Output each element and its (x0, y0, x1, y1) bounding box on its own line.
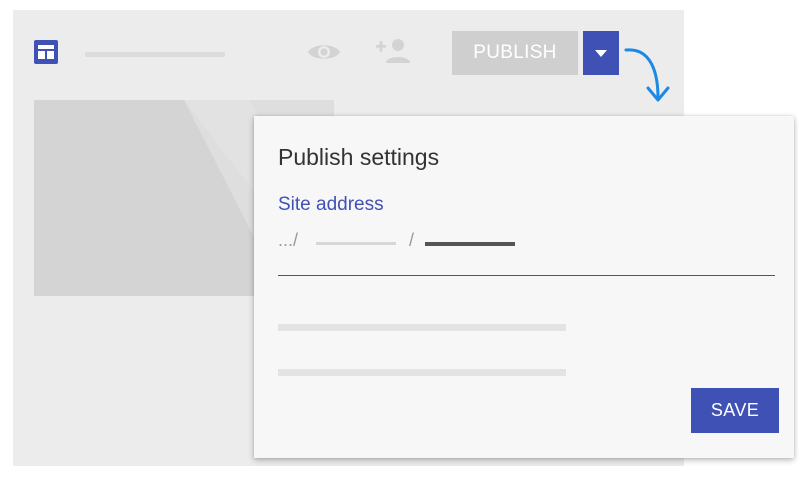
person-add-icon[interactable] (372, 36, 412, 66)
eye-icon[interactable] (307, 41, 341, 63)
option-placeholder-line (278, 369, 566, 376)
publish-dropdown-button[interactable] (583, 31, 619, 75)
web-layout-icon[interactable] (34, 40, 58, 64)
site-address-field[interactable]: .../ / (278, 230, 578, 256)
publish-button[interactable]: PUBLISH (452, 31, 578, 75)
site-address-label: Site address (278, 194, 384, 215)
save-button[interactable]: SAVE (691, 388, 779, 433)
dialog-title: Publish settings (278, 144, 440, 170)
site-title-placeholder[interactable] (85, 52, 225, 57)
publish-settings-dialog: Publish settings Site address .../ / SAV… (254, 116, 794, 458)
stage: PUBLISH Publish settings Site address ..… (0, 0, 798, 481)
option-placeholder-line (278, 324, 566, 331)
address-prefix: .../ (278, 230, 299, 250)
caret-down-icon (595, 49, 607, 57)
field-underline (278, 275, 775, 276)
address-path-placeholder[interactable] (425, 242, 515, 246)
hint-arrow-icon (624, 28, 674, 108)
address-domain-placeholder (316, 242, 396, 245)
address-separator: / (409, 230, 415, 250)
